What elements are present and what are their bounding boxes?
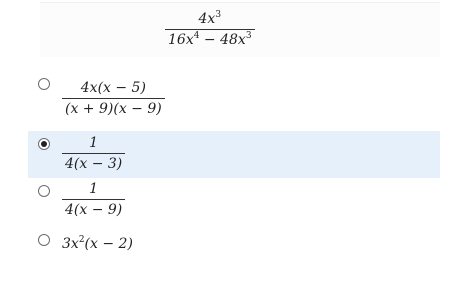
option-4-term: 3x (62, 236, 79, 252)
question-numerator-exp: 3 (215, 10, 222, 20)
radio-button-option-4[interactable] (38, 234, 50, 246)
radio-button-option-1[interactable] (38, 78, 50, 90)
answer-option-2[interactable]: 1 4(x − 3) (28, 131, 440, 178)
answer-option-4[interactable]: 3x2(x − 2) (28, 228, 440, 260)
question-denominator-b: 48x (220, 32, 246, 48)
option-4-factor: (x − 2) (84, 236, 133, 252)
question-denominator: 16x4 − 48x3 (165, 30, 255, 48)
option-4-expression: 3x2(x − 2) (62, 236, 133, 253)
question-panel: 4x3 16x4 − 48x3 (40, 2, 440, 57)
question-denominator-b-exp: 3 (245, 31, 252, 41)
option-3-expression: 1 4(x − 9) (62, 181, 126, 218)
option-2-denominator: 4(x − 3) (65, 156, 123, 172)
question-expression: 4x3 16x4 − 48x3 (165, 10, 255, 48)
question-numerator-text: 4x (198, 11, 216, 27)
question-denominator-op: − (199, 32, 221, 48)
option-1-denominator: (x + 9)(x − 9) (65, 101, 162, 117)
option-1-expression: 4x(x − 5) (x + 9)(x − 9) (62, 81, 165, 116)
quiz-page: 4x3 16x4 − 48x3 4x(x − 5) (x + 9)(x − 9)… (0, 0, 474, 285)
radio-button-option-2[interactable] (38, 138, 50, 150)
question-denominator-a: 16x (168, 32, 194, 48)
question-numerator: 4x3 (196, 10, 225, 29)
answer-option-3[interactable]: 1 4(x − 9) (28, 180, 440, 222)
radio-button-option-3[interactable] (38, 185, 50, 197)
option-2-expression: 1 4(x − 3) (62, 135, 126, 172)
answer-option-1[interactable]: 4x(x − 5) (x + 9)(x − 9) (28, 70, 440, 120)
option-1-numerator: 4x(x − 5) (80, 80, 146, 96)
option-2-numerator: 1 (89, 135, 99, 151)
option-3-numerator: 1 (89, 181, 99, 197)
option-3-denominator: 4(x − 9) (65, 202, 123, 218)
